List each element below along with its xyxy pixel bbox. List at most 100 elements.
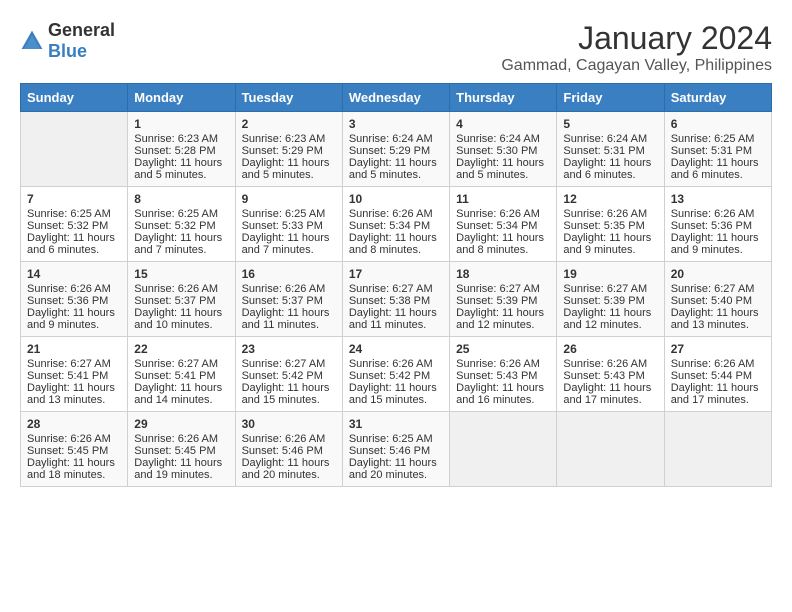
col-saturday: Saturday — [664, 84, 771, 112]
sunset-text: Sunset: 5:44 PM — [671, 370, 752, 382]
sunset-text: Sunset: 5:45 PM — [134, 445, 215, 457]
calendar-cell: 26Sunrise: 6:26 AMSunset: 5:43 PMDayligh… — [557, 337, 664, 412]
week-row-0: 1Sunrise: 6:23 AMSunset: 5:28 PMDaylight… — [21, 112, 772, 187]
sunset-text: Sunset: 5:37 PM — [242, 295, 323, 307]
col-sunday: Sunday — [21, 84, 128, 112]
sunrise-text: Sunrise: 6:25 AM — [242, 208, 326, 220]
sunrise-text: Sunrise: 6:26 AM — [671, 208, 755, 220]
sunset-text: Sunset: 5:30 PM — [456, 145, 537, 157]
daylight-text: Daylight: 11 hours and 5 minutes. — [456, 157, 544, 181]
calendar-cell: 18 Sunrise: 6:27 AMSunset: 5:39 PMDayligh… — [450, 262, 557, 337]
calendar-cell: 2Sunrise: 6:23 AMSunset: 5:29 PMDaylight… — [235, 112, 342, 187]
calendar-cell — [21, 112, 128, 187]
sunrise-text: Sunrise: 6:25 AM — [27, 208, 111, 220]
calendar-cell — [450, 412, 557, 487]
day-number: 8 — [134, 192, 228, 206]
daylight-text: Daylight: 11 hours and 9 minutes. — [27, 307, 115, 331]
day-number: 31 — [349, 417, 443, 431]
col-friday: Friday — [557, 84, 664, 112]
calendar-cell: 12Sunrise: 6:26 AMSunset: 5:35 PMDayligh… — [557, 187, 664, 262]
sunrise-text: Sunrise: 6:24 AM — [456, 133, 540, 145]
sunrise-text: Sunrise: 6:26 AM — [27, 283, 111, 295]
day-number: 12 — [563, 192, 657, 206]
sunset-text: Sunset: 5:32 PM — [27, 220, 108, 232]
sunrise-text: Sunrise: 6:25 AM — [671, 133, 755, 145]
header-row: Sunday Monday Tuesday Wednesday Thursday… — [21, 84, 772, 112]
logo-blue-text: Blue — [48, 41, 87, 61]
sunset-text: Sunset: 5:31 PM — [671, 145, 752, 157]
calendar-cell: 25Sunrise: 6:26 AMSunset: 5:43 PMDayligh… — [450, 337, 557, 412]
day-number: 19 — [563, 267, 657, 281]
sunrise-text: Sunrise: 6:27 AM — [27, 358, 111, 370]
calendar-cell: 7 Sunrise: 6:25 AMSunset: 5:32 PMDaylight… — [21, 187, 128, 262]
sunset-text: Sunset: 5:39 PM — [456, 295, 537, 307]
title-block: January 2024 Gammad, Cagayan Valley, Phi… — [501, 20, 772, 75]
sunrise-text: Sunrise: 6:26 AM — [349, 358, 433, 370]
day-number: 30 — [242, 417, 336, 431]
sunset-text: Sunset: 5:36 PM — [27, 295, 108, 307]
calendar-cell: 17Sunrise: 6:27 AMSunset: 5:38 PMDayligh… — [342, 262, 449, 337]
sunset-text: Sunset: 5:29 PM — [349, 145, 430, 157]
calendar-cell: 15Sunrise: 6:26 AMSunset: 5:37 PMDayligh… — [128, 262, 235, 337]
col-thursday: Thursday — [450, 84, 557, 112]
sunrise-text: Sunrise: 6:26 AM — [563, 358, 647, 370]
calendar-cell: 4Sunrise: 6:24 AMSunset: 5:30 PMDaylight… — [450, 112, 557, 187]
day-number: 14 — [27, 267, 121, 281]
day-number: 7 — [27, 192, 121, 206]
daylight-text: Daylight: 11 hours and 5 minutes. — [349, 157, 437, 181]
day-number: 3 — [349, 117, 443, 131]
sunrise-text: Sunrise: 6:23 AM — [134, 133, 218, 145]
daylight-text: Daylight: 11 hours and 17 minutes. — [671, 382, 759, 406]
daylight-text: Daylight: 11 hours and 6 minutes. — [27, 232, 115, 256]
subtitle: Gammad, Cagayan Valley, Philippines — [501, 57, 772, 75]
sunset-text: Sunset: 5:45 PM — [27, 445, 108, 457]
daylight-text: Daylight: 11 hours and 8 minutes. — [349, 232, 437, 256]
calendar-table: Sunday Monday Tuesday Wednesday Thursday… — [20, 83, 772, 487]
col-tuesday: Tuesday — [235, 84, 342, 112]
sunset-text: Sunset: 5:34 PM — [349, 220, 430, 232]
sunrise-text: Sunrise: 6:27 AM — [671, 283, 755, 295]
sunrise-text: Sunrise: 6:26 AM — [456, 358, 540, 370]
sunrise-text: Sunrise: 6:27 AM — [456, 283, 540, 295]
week-row-2: 14Sunrise: 6:26 AMSunset: 5:36 PMDayligh… — [21, 262, 772, 337]
sunrise-text: Sunrise: 6:25 AM — [349, 433, 433, 445]
calendar-cell: 11Sunrise: 6:26 AMSunset: 5:34 PMDayligh… — [450, 187, 557, 262]
day-number: 11 — [456, 192, 550, 206]
sunrise-text: Sunrise: 6:26 AM — [242, 283, 326, 295]
sunrise-text: Sunrise: 6:26 AM — [27, 433, 111, 445]
daylight-text: Daylight: 11 hours and 16 minutes. — [456, 382, 544, 406]
daylight-text: Daylight: 11 hours and 6 minutes. — [671, 157, 759, 181]
daylight-text: Daylight: 11 hours and 10 minutes. — [134, 307, 222, 331]
sunset-text: Sunset: 5:42 PM — [242, 370, 323, 382]
sunset-text: Sunset: 5:29 PM — [242, 145, 323, 157]
day-number: 20 — [671, 267, 765, 281]
logo-general-text: General — [48, 20, 115, 40]
daylight-text: Daylight: 11 hours and 19 minutes. — [134, 457, 222, 481]
daylight-text: Daylight: 11 hours and 7 minutes. — [242, 232, 330, 256]
sunrise-text: Sunrise: 6:27 AM — [134, 358, 218, 370]
day-number: 1 — [134, 117, 228, 131]
calendar-cell: 21Sunrise: 6:27 AMSunset: 5:41 PMDayligh… — [21, 337, 128, 412]
calendar-cell: 16Sunrise: 6:26 AMSunset: 5:37 PMDayligh… — [235, 262, 342, 337]
daylight-text: Daylight: 11 hours and 15 minutes. — [349, 382, 437, 406]
day-number: 13 — [671, 192, 765, 206]
sunset-text: Sunset: 5:42 PM — [349, 370, 430, 382]
day-number: 18 — [456, 267, 550, 281]
sunrise-text: Sunrise: 6:25 AM — [134, 208, 218, 220]
calendar-cell: 19Sunrise: 6:27 AMSunset: 5:39 PMDayligh… — [557, 262, 664, 337]
daylight-text: Daylight: 11 hours and 12 minutes. — [563, 307, 651, 331]
logo: General Blue — [20, 20, 115, 62]
col-wednesday: Wednesday — [342, 84, 449, 112]
sunset-text: Sunset: 5:36 PM — [671, 220, 752, 232]
sunset-text: Sunset: 5:33 PM — [242, 220, 323, 232]
sunrise-text: Sunrise: 6:26 AM — [671, 358, 755, 370]
calendar-cell: 23Sunrise: 6:27 AMSunset: 5:42 PMDayligh… — [235, 337, 342, 412]
calendar-cell: 29Sunrise: 6:26 AMSunset: 5:45 PMDayligh… — [128, 412, 235, 487]
sunset-text: Sunset: 5:46 PM — [242, 445, 323, 457]
daylight-text: Daylight: 11 hours and 12 minutes. — [456, 307, 544, 331]
main-title: January 2024 — [501, 20, 772, 57]
daylight-text: Daylight: 11 hours and 5 minutes. — [134, 157, 222, 181]
day-number: 10 — [349, 192, 443, 206]
sunrise-text: Sunrise: 6:23 AM — [242, 133, 326, 145]
sunrise-text: Sunrise: 6:26 AM — [349, 208, 433, 220]
